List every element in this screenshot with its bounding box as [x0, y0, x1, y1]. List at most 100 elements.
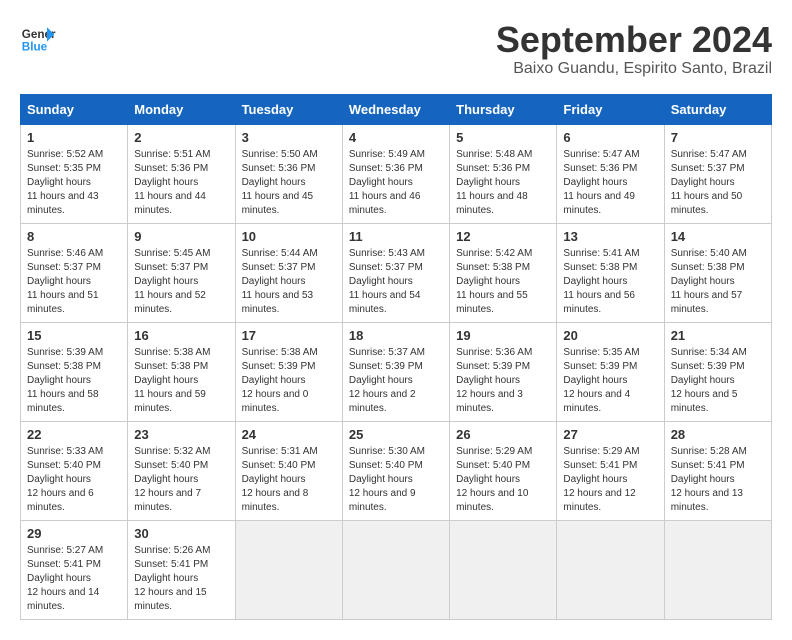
weekday-header-wednesday: Wednesday	[342, 94, 449, 124]
day-number: 28	[671, 427, 765, 442]
month-title: September 2024	[496, 20, 772, 60]
day-details: Sunrise: 5:37 AMSunset: 5:39 PMDaylight …	[349, 346, 443, 416]
calendar-cell: 24 Sunrise: 5:31 AMSunset: 5:40 PMDayligh…	[235, 421, 342, 520]
day-number: 18	[349, 328, 443, 343]
calendar-cell	[664, 520, 771, 619]
day-number: 1	[27, 130, 121, 145]
day-details: Sunrise: 5:42 AMSunset: 5:38 PMDaylight …	[456, 247, 550, 317]
svg-text:Blue: Blue	[22, 41, 48, 54]
calendar-cell: 9 Sunrise: 5:45 AMSunset: 5:37 PMDaylight…	[128, 223, 235, 322]
weekday-header-friday: Friday	[557, 94, 664, 124]
calendar-row-4: 22Sunrise: 5:33 AMSunset: 5:40 PMDayligh…	[21, 421, 772, 520]
day-details: Sunrise: 5:33 AMSunset: 5:40 PMDaylight …	[27, 445, 121, 515]
calendar-cell	[235, 520, 342, 619]
calendar-cell: 29 Sunrise: 5:27 AMSunset: 5:41 PMDayligh…	[21, 520, 128, 619]
day-details: Sunrise: 5:29 AMSunset: 5:40 PMDaylight …	[456, 445, 550, 515]
day-details: Sunrise: 5:51 AMSunset: 5:36 PMDaylight …	[134, 148, 228, 218]
weekday-header-saturday: Saturday	[664, 94, 771, 124]
day-number: 6	[563, 130, 657, 145]
day-details: Sunrise: 5:46 AMSunset: 5:37 PMDaylight …	[27, 247, 121, 317]
calendar-row-2: 8Sunrise: 5:46 AMSunset: 5:37 PMDaylight…	[21, 223, 772, 322]
calendar-cell: 22Sunrise: 5:33 AMSunset: 5:40 PMDayligh…	[21, 421, 128, 520]
calendar-row-5: 29 Sunrise: 5:27 AMSunset: 5:41 PMDayligh…	[21, 520, 772, 619]
day-number: 26	[456, 427, 550, 442]
calendar-cell	[450, 520, 557, 619]
calendar-cell: 18 Sunrise: 5:37 AMSunset: 5:39 PMDayligh…	[342, 322, 449, 421]
calendar-cell: 2 Sunrise: 5:51 AMSunset: 5:36 PMDaylight…	[128, 124, 235, 223]
calendar-cell: 10 Sunrise: 5:44 AMSunset: 5:37 PMDayligh…	[235, 223, 342, 322]
day-details: Sunrise: 5:45 AMSunset: 5:37 PMDaylight …	[134, 247, 228, 317]
calendar-cell: 3 Sunrise: 5:50 AMSunset: 5:36 PMDaylight…	[235, 124, 342, 223]
day-details: Sunrise: 5:48 AMSunset: 5:36 PMDaylight …	[456, 148, 550, 218]
calendar-cell: 13Sunrise: 5:41 AMSunset: 5:38 PMDayligh…	[557, 223, 664, 322]
calendar-cell: 8Sunrise: 5:46 AMSunset: 5:37 PMDaylight…	[21, 223, 128, 322]
day-details: Sunrise: 5:29 AMSunset: 5:41 PMDaylight …	[563, 445, 657, 515]
day-details: Sunrise: 5:31 AMSunset: 5:40 PMDaylight …	[242, 445, 336, 515]
calendar-cell: 25 Sunrise: 5:30 AMSunset: 5:40 PMDayligh…	[342, 421, 449, 520]
day-details: Sunrise: 5:30 AMSunset: 5:40 PMDaylight …	[349, 445, 443, 515]
calendar-cell	[557, 520, 664, 619]
calendar-row-3: 15Sunrise: 5:39 AMSunset: 5:38 PMDayligh…	[21, 322, 772, 421]
day-number: 15	[27, 328, 121, 343]
day-details: Sunrise: 5:34 AMSunset: 5:39 PMDaylight …	[671, 346, 765, 416]
day-number: 11	[349, 229, 443, 244]
day-number: 2	[134, 130, 228, 145]
calendar-cell: 4 Sunrise: 5:49 AMSunset: 5:36 PMDaylight…	[342, 124, 449, 223]
calendar-cell: 28 Sunrise: 5:28 AMSunset: 5:41 PMDayligh…	[664, 421, 771, 520]
day-number: 29	[27, 526, 121, 541]
day-number: 30	[134, 526, 228, 541]
calendar-cell	[342, 520, 449, 619]
day-details: Sunrise: 5:40 AMSunset: 5:38 PMDaylight …	[671, 247, 765, 317]
calendar-cell: 19 Sunrise: 5:36 AMSunset: 5:39 PMDayligh…	[450, 322, 557, 421]
calendar-cell: 5 Sunrise: 5:48 AMSunset: 5:36 PMDaylight…	[450, 124, 557, 223]
day-number: 9	[134, 229, 228, 244]
day-details: Sunrise: 5:49 AMSunset: 5:36 PMDaylight …	[349, 148, 443, 218]
calendar-cell: 16 Sunrise: 5:38 AMSunset: 5:38 PMDayligh…	[128, 322, 235, 421]
calendar-cell: 30 Sunrise: 5:26 AMSunset: 5:41 PMDayligh…	[128, 520, 235, 619]
location-subtitle: Baixo Guandu, Espirito Santo, Brazil	[496, 60, 772, 78]
weekday-header-row: SundayMondayTuesdayWednesdayThursdayFrid…	[21, 94, 772, 124]
calendar-row-1: 1 Sunrise: 5:52 AMSunset: 5:35 PMDaylight…	[21, 124, 772, 223]
calendar-cell: 7Sunrise: 5:47 AMSunset: 5:37 PMDaylight…	[664, 124, 771, 223]
calendar-cell: 26 Sunrise: 5:29 AMSunset: 5:40 PMDayligh…	[450, 421, 557, 520]
calendar-cell: 20 Sunrise: 5:35 AMSunset: 5:39 PMDayligh…	[557, 322, 664, 421]
day-number: 3	[242, 130, 336, 145]
day-number: 25	[349, 427, 443, 442]
day-number: 16	[134, 328, 228, 343]
weekday-header-thursday: Thursday	[450, 94, 557, 124]
day-number: 12	[456, 229, 550, 244]
day-number: 20	[563, 328, 657, 343]
day-details: Sunrise: 5:27 AMSunset: 5:41 PMDaylight …	[27, 544, 121, 614]
weekday-header-monday: Monday	[128, 94, 235, 124]
day-number: 7	[671, 130, 765, 145]
day-details: Sunrise: 5:26 AMSunset: 5:41 PMDaylight …	[134, 544, 228, 614]
day-details: Sunrise: 5:52 AMSunset: 5:35 PMDaylight …	[27, 148, 121, 218]
calendar-cell: 17 Sunrise: 5:38 AMSunset: 5:39 PMDayligh…	[235, 322, 342, 421]
day-number: 19	[456, 328, 550, 343]
page-header: General Blue September 2024 Baixo Guandu…	[20, 20, 772, 78]
logo: General Blue	[20, 20, 56, 56]
day-number: 10	[242, 229, 336, 244]
day-number: 5	[456, 130, 550, 145]
calendar-cell: 12 Sunrise: 5:42 AMSunset: 5:38 PMDayligh…	[450, 223, 557, 322]
day-number: 27	[563, 427, 657, 442]
calendar-cell: 14Sunrise: 5:40 AMSunset: 5:38 PMDayligh…	[664, 223, 771, 322]
calendar-cell: 1 Sunrise: 5:52 AMSunset: 5:35 PMDaylight…	[21, 124, 128, 223]
day-details: Sunrise: 5:38 AMSunset: 5:39 PMDaylight …	[242, 346, 336, 416]
day-details: Sunrise: 5:28 AMSunset: 5:41 PMDaylight …	[671, 445, 765, 515]
day-number: 24	[242, 427, 336, 442]
calendar-cell: 27 Sunrise: 5:29 AMSunset: 5:41 PMDayligh…	[557, 421, 664, 520]
day-number: 17	[242, 328, 336, 343]
day-number: 21	[671, 328, 765, 343]
title-block: September 2024 Baixo Guandu, Espirito Sa…	[496, 20, 772, 78]
day-details: Sunrise: 5:38 AMSunset: 5:38 PMDaylight …	[134, 346, 228, 416]
weekday-header-sunday: Sunday	[21, 94, 128, 124]
logo-icon: General Blue	[20, 20, 56, 56]
day-number: 23	[134, 427, 228, 442]
day-details: Sunrise: 5:36 AMSunset: 5:39 PMDaylight …	[456, 346, 550, 416]
day-details: Sunrise: 5:35 AMSunset: 5:39 PMDaylight …	[563, 346, 657, 416]
day-details: Sunrise: 5:50 AMSunset: 5:36 PMDaylight …	[242, 148, 336, 218]
day-details: Sunrise: 5:44 AMSunset: 5:37 PMDaylight …	[242, 247, 336, 317]
calendar-cell: 6Sunrise: 5:47 AMSunset: 5:36 PMDaylight…	[557, 124, 664, 223]
day-number: 4	[349, 130, 443, 145]
